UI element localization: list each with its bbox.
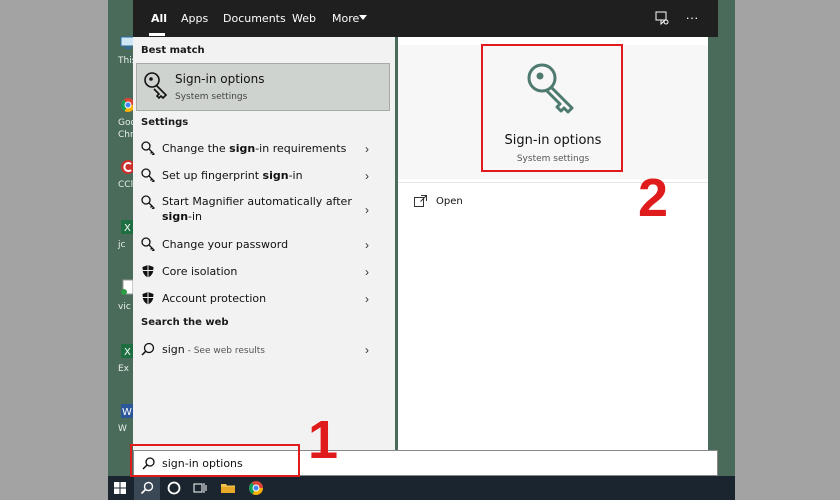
tab-apps[interactable]: Apps [181, 12, 208, 25]
settings-item-change-password[interactable]: Change your password › [133, 234, 395, 256]
results-panel: Best match Sign-in options System settin… [133, 37, 395, 450]
settings-item-label: Account protection [162, 292, 267, 305]
open-label: Open [436, 196, 463, 207]
settings-item-label: Change the sign-in requirements [162, 142, 347, 155]
highlight-box-search [130, 444, 300, 477]
callout-number-1: 1 [308, 410, 339, 470]
settings-item-label: Start Magnifier automatically after sign-… [162, 195, 352, 223]
settings-item-change-signin-requirements[interactable]: Change the sign-in requirements › [133, 138, 395, 160]
shield-icon [142, 292, 154, 305]
taskbar [108, 476, 735, 500]
best-match-heading: Best match [141, 45, 205, 56]
highlight-box-result [481, 44, 623, 172]
key-icon [141, 141, 155, 155]
chevron-down-icon [359, 15, 367, 20]
shield-icon [142, 265, 154, 278]
windows-start-icon[interactable] [112, 480, 128, 496]
search-web-heading: Search the web [141, 317, 229, 328]
desktop-label: Ex [118, 364, 130, 374]
file-explorer-icon[interactable] [220, 480, 236, 496]
callout-number-2: 2 [638, 168, 669, 228]
feedback-icon[interactable] [655, 11, 669, 25]
task-view-icon[interactable] [192, 480, 208, 496]
tab-more[interactable]: More [332, 12, 359, 25]
settings-item-account-protection[interactable]: Account protection › [133, 288, 395, 310]
settings-item-core-isolation[interactable]: Core isolation › [133, 261, 395, 283]
chevron-right-icon: › [365, 142, 369, 156]
chevron-right-icon: › [365, 343, 369, 357]
desktop-label: W [118, 424, 127, 434]
web-search-label: sign - See web results [162, 343, 265, 356]
settings-item-start-magnifier[interactable]: Start Magnifier automatically after sign-… [133, 192, 395, 228]
desktop-label: jc [118, 240, 126, 250]
search-icon [140, 481, 154, 495]
settings-item-label: Core isolation [162, 265, 238, 278]
chevron-right-icon: › [365, 238, 369, 252]
chevron-right-icon: › [365, 292, 369, 306]
tab-documents[interactable]: Documents [223, 12, 286, 25]
svg-text:X: X [124, 223, 131, 234]
key-icon [141, 237, 155, 251]
search-icon [141, 342, 155, 356]
svg-text:W: W [122, 407, 132, 418]
settings-item-label: Change your password [162, 238, 289, 251]
key-icon [141, 168, 155, 182]
taskbar-search-button[interactable] [134, 476, 160, 500]
open-action[interactable]: Open [414, 193, 534, 211]
more-icon[interactable]: ··· [685, 11, 699, 25]
web-search-result[interactable]: sign - See web results › [133, 339, 395, 361]
active-tab-indicator [149, 33, 165, 36]
search-filter-bar: All Apps Documents Web More ··· [133, 0, 718, 37]
tab-all[interactable]: All [151, 12, 167, 25]
settings-item-label: Set up fingerprint sign-in [162, 169, 303, 182]
tab-web[interactable]: Web [292, 12, 316, 25]
chevron-right-icon: › [365, 265, 369, 279]
chevron-right-icon: › [365, 169, 369, 183]
open-icon [414, 195, 427, 207]
best-match-subtitle: System settings [175, 92, 248, 102]
desktop-label: vic [118, 302, 131, 312]
key-icon [141, 195, 155, 209]
settings-item-setup-fingerprint[interactable]: Set up fingerprint sign-in › [133, 165, 395, 187]
best-match-title: Sign-in options [175, 72, 265, 86]
settings-heading: Settings [141, 117, 189, 128]
cortana-icon[interactable] [166, 480, 182, 496]
key-icon [144, 72, 168, 100]
chrome-icon[interactable] [248, 480, 264, 496]
best-match-result[interactable]: Sign-in options System settings [136, 63, 390, 111]
svg-text:X: X [124, 347, 131, 358]
chevron-right-icon: › [365, 203, 369, 217]
